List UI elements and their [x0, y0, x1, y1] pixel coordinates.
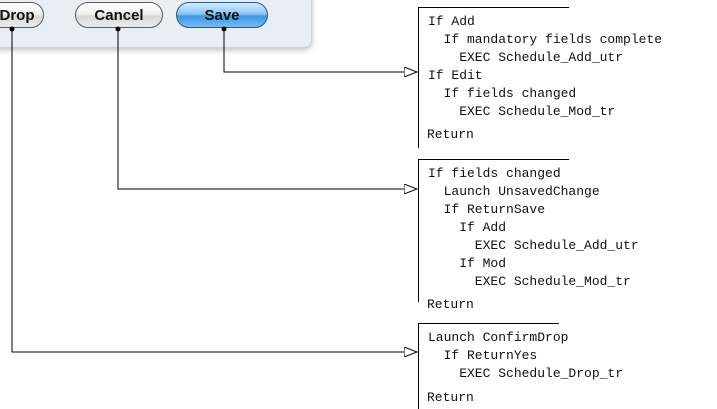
- save-return-label: Return: [427, 127, 474, 142]
- drop-return-label: Return: [427, 390, 474, 405]
- cancel-return-label: Return: [427, 297, 474, 312]
- save-connector: [223, 29, 417, 72]
- cancel-connector: [117, 29, 417, 189]
- save-logic-code: If Add If mandatory fields complete EXEC…: [428, 14, 663, 119]
- cancel-logic-box: If fields changed Launch UnsavedChange I…: [418, 159, 639, 302]
- drop-anchor-dot: [9, 26, 15, 32]
- drop-logic-code: Launch ConfirmDrop If ReturnYes EXEC Sch…: [428, 330, 624, 381]
- cancel-logic-code: If fields changed Launch UnsavedChange I…: [428, 166, 639, 289]
- cancel-anchor-dot: [115, 26, 121, 32]
- drop-connector: [11, 29, 417, 352]
- save-anchor-dot: [221, 26, 227, 32]
